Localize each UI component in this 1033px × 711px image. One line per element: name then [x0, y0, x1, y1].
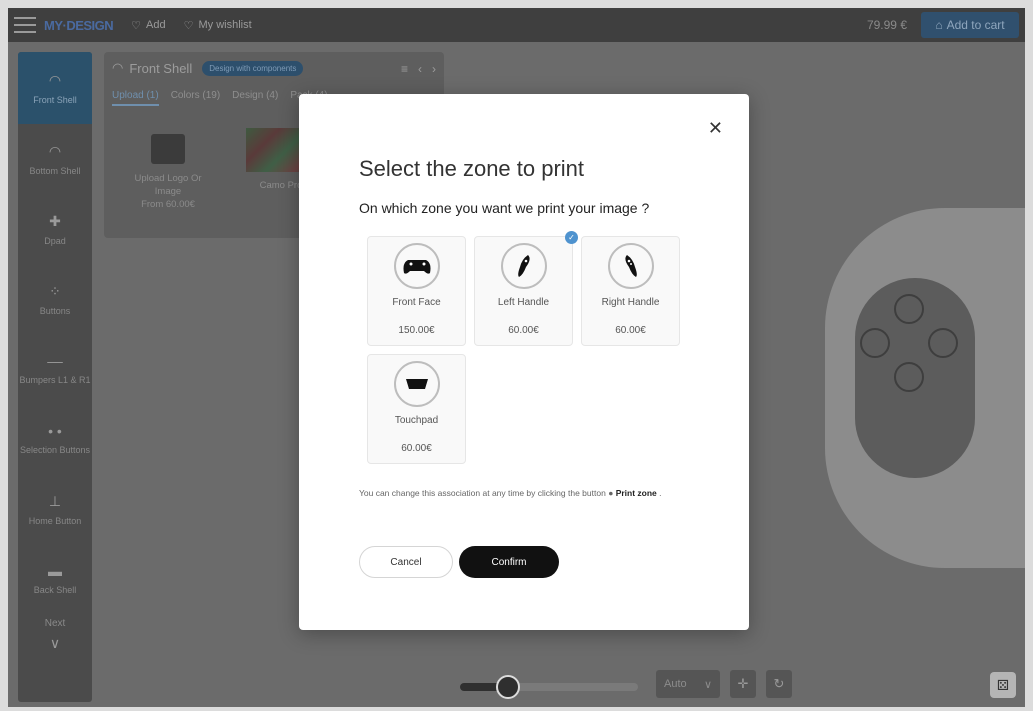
check-icon: ✓ — [565, 231, 578, 244]
tab-design[interactable]: Design (4) — [232, 90, 278, 106]
rail-label: Bumpers L1 & R1 — [19, 375, 91, 385]
rail-item-buttons[interactable]: ⁘ Buttons — [18, 264, 92, 334]
cart-icon: ⌂ — [935, 18, 943, 32]
random-button[interactable]: ⚄ — [990, 672, 1016, 698]
chevron-right-icon[interactable]: › — [432, 62, 436, 76]
upload-card[interactable]: Upload Logo Or Image From 60.00€ — [118, 124, 218, 234]
rail-item-bumpers[interactable]: ‒‒ Bumpers L1 & R1 — [18, 334, 92, 404]
rail-item-home-button[interactable]: ⊥ Home Button — [18, 474, 92, 544]
zoom-slider-handle[interactable] — [496, 675, 520, 699]
heart-icon: ♡ — [183, 19, 194, 32]
wishlist-button[interactable]: ♡ My wishlist — [184, 19, 252, 32]
panel-title: Front Shell — [129, 60, 193, 76]
map-pin-icon: ● — [608, 488, 614, 498]
total-price: 79.99 € — [866, 18, 907, 32]
upload-line1: Upload Logo Or — [134, 173, 202, 184]
zone-left-handle[interactable]: ✓ Left Handle 60.00€ — [474, 231, 578, 346]
bumpers-icon: ‒‒ — [47, 353, 63, 369]
move-button[interactable]: ✛ — [730, 670, 756, 698]
confirm-button[interactable]: Confirm — [459, 546, 559, 578]
rail-item-selection-buttons[interactable]: • • Selection Buttons — [18, 404, 92, 474]
rail-label: Back Shell — [33, 585, 77, 595]
rail-label: Selection Buttons — [19, 445, 91, 455]
rail-label: Home Button — [28, 515, 82, 526]
zone-price: 60.00€ — [508, 325, 539, 336]
panel-header: ◠ Front Shell Design with components — [112, 60, 304, 76]
controller-icon: ◠ — [48, 142, 62, 159]
zone-name: Front Face — [392, 297, 441, 308]
close-icon[interactable]: ✕ — [708, 118, 723, 139]
list-icon[interactable]: ≡ — [401, 62, 408, 76]
add-label: Add — [146, 19, 166, 31]
comment-icon: ♡ — [131, 19, 142, 32]
front-face-icon — [393, 243, 440, 289]
rail-label: Dpad — [44, 235, 66, 246]
association-note: You can change this association at any t… — [359, 488, 662, 498]
controller-icon: ▬ — [48, 563, 62, 579]
auto-label: Auto — [664, 678, 687, 690]
zone-front-face[interactable]: Front Face 150.00€ — [367, 236, 466, 346]
add-button[interactable]: ♡ Add — [131, 19, 165, 32]
panel-tabs: Upload (1) Colors (19) Design (4) Pack (… — [112, 90, 328, 106]
top-bar: MY·DESIGN ♡ Add ♡ My wishlist 79.99 € ⌂ … — [8, 8, 1025, 42]
dice-icon: ⚄ — [996, 676, 1010, 693]
zone-price: 60.00€ — [401, 443, 432, 454]
zone-name: Right Handle — [601, 297, 660, 308]
part-rail: ◠ Front Shell ◠ Bottom Shell ✚ Dpad ⁘ Bu… — [18, 52, 92, 702]
auto-select[interactable]: Auto ∨ — [656, 670, 720, 698]
rail-item-bottom-shell[interactable]: ◠ Bottom Shell — [18, 124, 92, 194]
app-window: MY·DESIGN ♡ Add ♡ My wishlist 79.99 € ⌂ … — [8, 8, 1025, 707]
touchpad-icon — [393, 361, 440, 407]
rail-label: Bottom Shell — [29, 165, 81, 176]
left-handle-icon — [500, 243, 547, 289]
tab-colors[interactable]: Colors (19) — [171, 90, 220, 106]
logo: MY·DESIGN — [44, 17, 114, 33]
home-button-icon: ⊥ — [48, 492, 62, 509]
zone-touchpad[interactable]: Touchpad 60.00€ — [367, 354, 466, 464]
selection-buttons-icon: • • — [48, 423, 62, 439]
square-button-icon — [860, 328, 890, 358]
cart-label: Add to cart — [946, 18, 1005, 32]
buttons-icon: ⁘ — [49, 282, 61, 299]
note-bold: Print zone — [615, 488, 657, 498]
chevron-left-icon[interactable]: ‹ — [418, 62, 422, 76]
zone-modal: ✕ Select the zone to print On which zone… — [299, 94, 749, 630]
zone-price: 150.00€ — [398, 325, 435, 336]
wishlist-label: My wishlist — [198, 19, 252, 31]
rail-label: Front Shell — [33, 94, 77, 105]
rail-item-front-shell[interactable]: ◠ Front Shell — [18, 52, 92, 124]
dpad-icon: ✚ — [49, 212, 61, 229]
circle-button-icon — [928, 328, 958, 358]
rail-next-label: Next — [44, 618, 66, 629]
rotate-button[interactable]: ↻ — [766, 670, 792, 698]
menu-icon[interactable] — [14, 17, 36, 33]
rail-item-dpad[interactable]: ✚ Dpad — [18, 194, 92, 264]
tab-upload[interactable]: Upload (1) — [112, 90, 159, 106]
triangle-button-icon — [894, 294, 924, 324]
controller-icon: ◠ — [112, 60, 124, 75]
modal-title: Select the zone to print — [359, 156, 585, 181]
zone-name: Touchpad — [394, 415, 439, 426]
modal-subtitle: On which zone you want we print your ima… — [359, 200, 650, 216]
zone-price: 60.00€ — [615, 325, 646, 336]
chevron-down-icon: ∨ — [703, 678, 712, 691]
upload-price: From 60.00€ — [141, 199, 195, 210]
design-components-badge[interactable]: Design with components — [202, 60, 304, 76]
note-text: You can change this association at any t… — [359, 488, 606, 498]
cancel-button[interactable]: Cancel — [359, 546, 453, 578]
chevron-down-icon[interactable]: ∨ — [18, 635, 92, 652]
rotate-icon: ↻ — [773, 676, 785, 691]
right-handle-icon — [607, 243, 654, 289]
upload-line2: Image — [154, 186, 182, 197]
add-to-cart-button[interactable]: ⌂ Add to cart — [921, 12, 1019, 38]
panel-tools: ≡ ‹ › — [401, 62, 436, 76]
rail-item-back-shell[interactable]: ▬ Back Shell — [18, 544, 92, 614]
cross-button-icon — [894, 362, 924, 392]
move-icon: ✛ — [737, 676, 749, 691]
zone-name: Left Handle — [497, 297, 550, 308]
image-upload-icon — [151, 134, 185, 164]
controller-icon: ◠ — [48, 71, 62, 88]
zone-right-handle[interactable]: Right Handle 60.00€ — [581, 236, 680, 346]
rail-label: Buttons — [39, 305, 71, 316]
